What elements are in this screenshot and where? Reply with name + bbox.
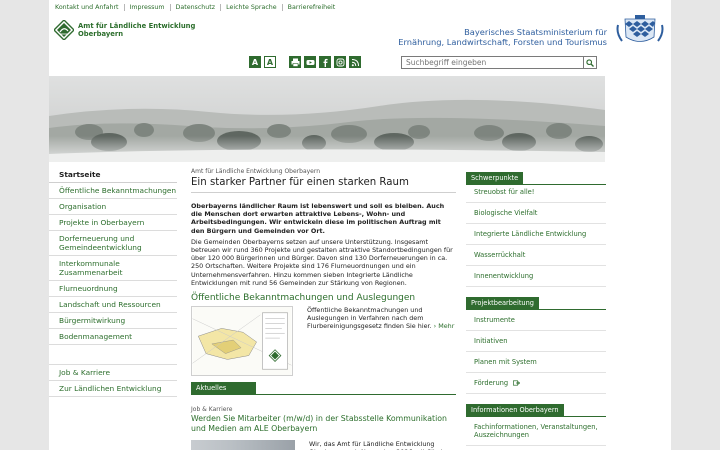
link-leichte-sprache[interactable]: Leichte Sprache bbox=[220, 3, 282, 11]
search-button[interactable] bbox=[583, 57, 596, 68]
link-integrierte-le[interactable]: Integrierte Ländliche Entwicklung bbox=[466, 224, 606, 245]
section-schwerpunkte: Schwerpunkte Streuobst für alle! Biologi… bbox=[466, 172, 606, 287]
left-navigation: Startseite Öffentliche Bekanntmachungen … bbox=[49, 167, 177, 397]
nav-projekte[interactable]: Projekte in Oberbayern bbox=[49, 215, 177, 231]
bavarian-coat-of-arms-icon bbox=[616, 15, 664, 42]
lead-paragraph: Oberbayerns ländlicher Raum ist lebenswe… bbox=[191, 202, 445, 235]
section-heading-bekanntmachungen[interactable]: Öffentliche Bekanntmachungen und Auslegu… bbox=[191, 293, 456, 303]
toolbar: A A bbox=[249, 56, 364, 68]
nav-buergermitwirkung[interactable]: Bürgermitwirkung bbox=[49, 313, 177, 329]
link-biologische-vielfalt[interactable]: Biologische Vielfalt bbox=[466, 203, 606, 224]
nav-job-karriere[interactable]: Job & Karriere bbox=[49, 365, 177, 381]
news-text: Wir, das Amt für Ländliche Entwicklung O… bbox=[309, 440, 447, 450]
tab-aktuelles[interactable]: Aktuelles bbox=[191, 382, 257, 395]
link-wasserrueckhalt[interactable]: Wasserrückhalt bbox=[466, 245, 606, 266]
nav-laendliche-entwicklung[interactable]: Zur Ländlichen Entwicklung bbox=[49, 381, 177, 397]
link-datenschutz[interactable]: Datenschutz bbox=[169, 3, 221, 11]
news-headline[interactable]: Werden Sie Mitarbeiter (m/w/d) in der St… bbox=[191, 414, 456, 433]
nav-bekanntmachungen[interactable]: Öffentliche Bekanntmachungen bbox=[49, 183, 177, 199]
search-icon bbox=[586, 58, 594, 67]
service-links: Kontakt und Anfahrt Impressum Datenschut… bbox=[55, 2, 340, 12]
link-innenentwicklung[interactable]: Innenentwicklung bbox=[466, 266, 606, 287]
body-paragraph: Die Gemeinden Oberbayerns setzen auf uns… bbox=[191, 237, 453, 287]
link-kontakt[interactable]: Kontakt und Anfahrt bbox=[55, 4, 124, 11]
nav-interkommunal[interactable]: Interkommunale Zusammenarbeit bbox=[49, 256, 177, 281]
link-fachinformationen[interactable]: Fachinformationen, Veranstaltungen, Ausz… bbox=[466, 417, 606, 446]
section-projektbearbeitung: Projektbearbeitung Instrumente Initiativ… bbox=[466, 297, 606, 394]
ale-logo[interactable]: Amt für Ländliche Entwicklung Oberbayern bbox=[54, 20, 195, 40]
nav-organisation[interactable]: Organisation bbox=[49, 199, 177, 215]
print-icon[interactable] bbox=[289, 56, 301, 68]
link-instrumente[interactable]: Instrumente bbox=[466, 310, 606, 331]
right-sidebar: Schwerpunkte Streuobst für alle! Biologi… bbox=[466, 172, 606, 446]
news-item: Wir, das Amt für Ländliche Entwicklung O… bbox=[191, 440, 456, 450]
facebook-icon[interactable] bbox=[319, 56, 331, 68]
font-size-small-button[interactable]: A bbox=[249, 56, 261, 68]
news-photo[interactable] bbox=[191, 440, 295, 450]
link-planen-mit-system[interactable]: Planen mit System bbox=[466, 352, 606, 373]
section-heading-informationen: Informationen Oberbayern bbox=[466, 404, 564, 416]
ministry-name[interactable]: Bayerisches Staatsministerium für Ernähr… bbox=[398, 27, 607, 47]
more-link[interactable]: › Mehr bbox=[434, 322, 455, 330]
nav-spacer bbox=[49, 345, 177, 365]
section-informationen: Informationen Oberbayern Fachinformation… bbox=[466, 404, 606, 446]
page-title: Ein starker Partner für einen starken Ra… bbox=[191, 177, 456, 193]
bekanntmachungen-teaser: Öffentliche Bekanntmachungen und Auslegu… bbox=[191, 306, 456, 377]
youtube-icon[interactable] bbox=[304, 56, 316, 68]
news-kicker: Job & Karriere bbox=[191, 406, 233, 414]
main-content: Amt für Ländliche Entwicklung Oberbayern… bbox=[191, 167, 456, 450]
nav-bodenmanagement[interactable]: Bodenmanagement bbox=[49, 329, 177, 345]
news-tabbar: Aktuelles bbox=[191, 382, 456, 396]
nav-landschaft[interactable]: Landschaft und Ressourcen bbox=[49, 297, 177, 313]
page: Kontakt und Anfahrt Impressum Datenschut… bbox=[49, 0, 671, 450]
nav-startseite[interactable]: Startseite bbox=[49, 167, 177, 183]
search-box bbox=[401, 56, 597, 69]
breadcrumb[interactable]: Amt für Ländliche Entwicklung Oberbayern bbox=[191, 168, 456, 175]
link-foerderung[interactable]: Förderung bbox=[466, 373, 606, 394]
section-heading-schwerpunkte: Schwerpunkte bbox=[466, 172, 524, 184]
logo-text: Amt für Ländliche Entwicklung Oberbayern bbox=[78, 22, 196, 38]
search-input[interactable] bbox=[402, 57, 583, 68]
teaser-text: Öffentliche Bekanntmachungen und Auslegu… bbox=[307, 306, 455, 331]
map-thumbnail-image[interactable] bbox=[191, 306, 293, 377]
nav-flurneuordnung[interactable]: Flurneuordnung bbox=[49, 281, 177, 297]
link-streuobst[interactable]: Streuobst für alle! bbox=[466, 185, 606, 203]
instagram-icon[interactable] bbox=[334, 56, 346, 68]
link-impressum[interactable]: Impressum bbox=[123, 3, 170, 11]
link-barrierefreiheit[interactable]: Barrierefreiheit bbox=[281, 3, 341, 11]
ale-diamond-icon bbox=[54, 20, 74, 40]
link-initiativen[interactable]: Initiativen bbox=[466, 331, 606, 352]
external-link-icon bbox=[513, 380, 521, 386]
rss-icon[interactable] bbox=[349, 56, 361, 68]
nav-dorferneuerung[interactable]: Dorferneuerung und Gemeindeentwicklung bbox=[49, 231, 177, 256]
font-size-large-button[interactable]: A bbox=[264, 56, 276, 68]
landscape-banner-image bbox=[49, 76, 605, 162]
section-heading-projektbearbeitung: Projektbearbeitung bbox=[466, 297, 539, 309]
